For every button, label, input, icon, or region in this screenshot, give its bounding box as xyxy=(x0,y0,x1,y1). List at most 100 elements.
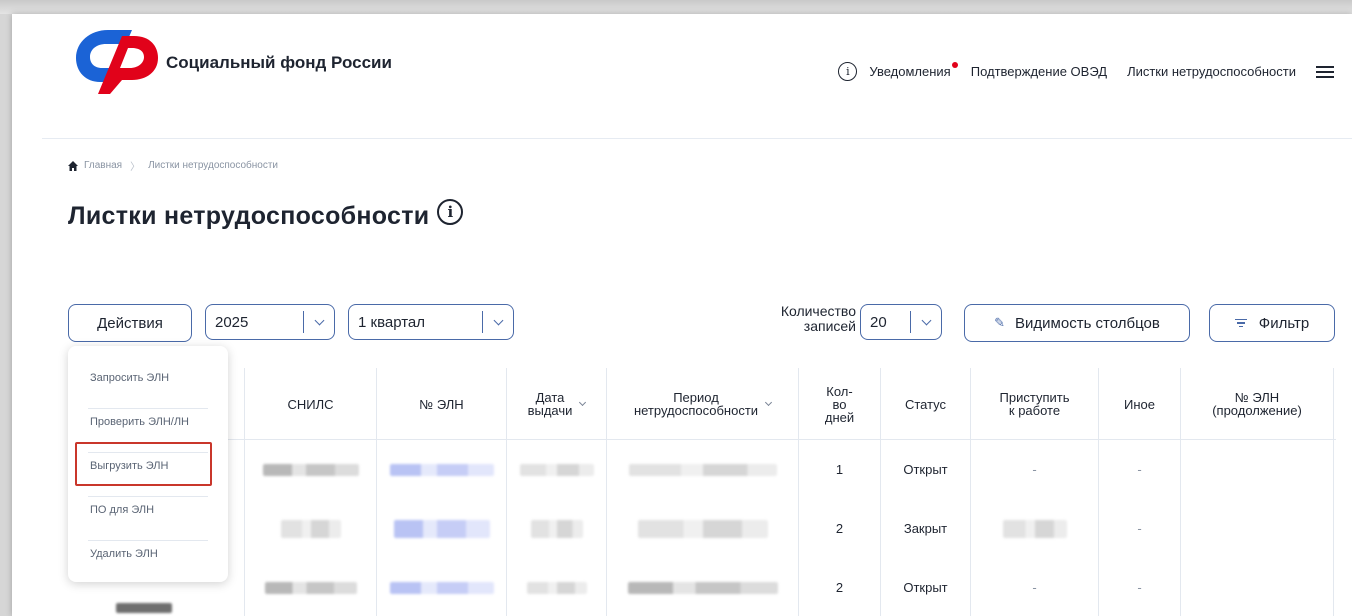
cell-eln-number[interactable] xyxy=(376,440,506,499)
nav-notifications[interactable]: Уведомления xyxy=(869,62,958,79)
redacted-value xyxy=(627,581,778,594)
hamburger-icon[interactable] xyxy=(1316,65,1334,78)
chevron-down-icon xyxy=(911,315,941,325)
col-period-label: Период нетрудоспособности xyxy=(633,390,759,418)
cell-days: 1 xyxy=(798,440,880,499)
col-days[interactable]: Кол-во дней xyxy=(798,368,880,440)
cell-issue-date xyxy=(506,499,606,558)
cell-other: - xyxy=(1098,440,1180,499)
actions-button-label: Действия xyxy=(97,314,163,332)
breadcrumb-current: Листки нетрудоспособности xyxy=(148,160,279,171)
redacted-value xyxy=(108,600,180,613)
menu-item-eln-software[interactable]: ПО для ЭЛН xyxy=(76,488,211,532)
year-select[interactable]: 2025 xyxy=(205,304,335,340)
cell-snils xyxy=(244,499,376,558)
quarter-select-value: 1 квартал xyxy=(358,313,426,331)
sort-chevron-icon xyxy=(765,398,773,407)
cell-eln-number[interactable] xyxy=(376,558,506,616)
records-count-label: Количество записей xyxy=(754,304,856,334)
year-select-value: 2025 xyxy=(215,313,249,331)
chevron-down-icon xyxy=(304,315,334,325)
col-issue-date[interactable]: Дата выдачи xyxy=(506,368,606,440)
col-eln-number[interactable]: № ЭЛН xyxy=(376,368,506,440)
col-period[interactable]: Период нетрудоспособности xyxy=(606,368,798,440)
quarter-select[interactable]: 1 квартал xyxy=(348,304,514,340)
table-header: СНИЛС № ЭЛН Дата выдачи Период нетрудоспос… xyxy=(68,368,1336,440)
nav-okved[interactable]: Подтверждение ОВЭД xyxy=(971,64,1107,79)
redacted-value xyxy=(526,581,587,594)
records-count-value: 20 xyxy=(870,313,887,331)
page-title: Листки нетрудоспособности i xyxy=(68,198,464,231)
column-visibility-label: Видимость столбцов xyxy=(1015,314,1160,332)
redacted-link xyxy=(389,581,494,594)
redacted-value xyxy=(264,581,357,594)
cell-snils xyxy=(244,558,376,616)
cell-start-work: - xyxy=(970,558,1098,616)
nav-notifications-label: Уведомления xyxy=(869,64,951,79)
records-count-select[interactable]: 20 xyxy=(860,304,942,340)
table-row[interactable]: 1 Открыт - - xyxy=(68,440,1336,499)
home-icon[interactable] xyxy=(68,160,78,171)
window-edge xyxy=(0,0,1352,14)
info-circle-icon[interactable]: i xyxy=(838,62,858,81)
redacted-value xyxy=(280,519,341,538)
breadcrumb-home[interactable]: Главная xyxy=(84,160,122,171)
column-visibility-button[interactable]: ✎ Видимость столбцов xyxy=(964,304,1190,342)
browser-viewport: Социальный фонд России i Уведомления Под… xyxy=(12,14,1352,616)
redacted-value xyxy=(637,519,768,538)
highlight-box xyxy=(75,442,212,486)
nav-sick-leaves[interactable]: Листки нетрудоспособности xyxy=(1127,64,1296,79)
cell-days: 2 xyxy=(798,499,880,558)
sfr-logo-icon xyxy=(76,30,158,94)
header-divider xyxy=(42,138,1352,139)
page-title-text: Листки нетрудоспособности xyxy=(68,202,430,230)
filter-button[interactable]: Фильтр xyxy=(1209,304,1335,342)
col-status[interactable]: Статус xyxy=(880,368,970,440)
logo-text[interactable]: Социальный фонд России xyxy=(166,53,392,73)
col-snils[interactable]: СНИЛС xyxy=(244,368,376,440)
records-count-label-line1: Количество xyxy=(780,303,856,319)
cell-start-work: - xyxy=(970,440,1098,499)
pencil-icon: ✎ xyxy=(994,315,1006,330)
breadcrumb-separator-icon: 〉 xyxy=(130,162,141,173)
cell-days: 2 xyxy=(798,558,880,616)
menu-item-check-eln[interactable]: Проверить ЭЛН/ЛН xyxy=(76,400,211,444)
cell-issue-date xyxy=(506,440,606,499)
actions-dropdown-menu: Запросить ЭЛН Проверить ЭЛН/ЛН Выгрузить… xyxy=(68,346,228,582)
cell-other: - xyxy=(1098,499,1180,558)
menu-item-request-eln[interactable]: Запросить ЭЛН xyxy=(76,356,211,400)
cell-status: Открыт xyxy=(880,558,970,616)
actions-button[interactable]: Действия xyxy=(68,304,192,342)
cell-period xyxy=(606,440,798,499)
col-other[interactable]: Иное xyxy=(1098,368,1180,440)
filter-button-label: Фильтр xyxy=(1258,314,1310,332)
redacted-link xyxy=(389,463,494,476)
cell-issue-date xyxy=(506,558,606,616)
cell-eln-number[interactable] xyxy=(376,499,506,558)
col-eln-continuation[interactable]: № ЭЛН (продолжение) xyxy=(1180,368,1334,440)
menu-item-delete-eln[interactable]: Удалить ЭЛН xyxy=(76,532,211,576)
cell-eln-continuation xyxy=(1180,440,1334,499)
redacted-link xyxy=(393,519,490,538)
cell-period xyxy=(606,499,798,558)
col-status-label: Статус xyxy=(904,396,947,412)
chevron-down-icon xyxy=(483,315,513,325)
top-nav: i Уведомления Подтверждение ОВЭД Листки … xyxy=(838,62,1334,81)
notification-dot-icon xyxy=(951,62,958,68)
col-start-work-label: Приступить к работе xyxy=(999,390,1070,418)
redacted-value xyxy=(530,519,583,538)
table-row[interactable]: 2 Закрыт - xyxy=(68,499,1336,558)
col-issue-date-label: Дата выдачи xyxy=(527,390,573,418)
col-snils-label: СНИЛС xyxy=(287,396,334,412)
cell-eln-continuation xyxy=(1180,499,1334,558)
redacted-value xyxy=(628,463,777,476)
redacted-value xyxy=(262,463,359,476)
redacted-value xyxy=(519,463,594,476)
redacted-fragment xyxy=(116,603,172,613)
title-info-icon[interactable]: i xyxy=(437,198,464,225)
table-row[interactable]: 2 Открыт - - xyxy=(68,558,1336,616)
sort-chevron-icon xyxy=(579,398,587,407)
cell-eln-continuation xyxy=(1180,558,1334,616)
col-start-work[interactable]: Приступить к работе xyxy=(970,368,1098,440)
col-eln-continuation-label: № ЭЛН (продолжение) xyxy=(1212,390,1302,418)
